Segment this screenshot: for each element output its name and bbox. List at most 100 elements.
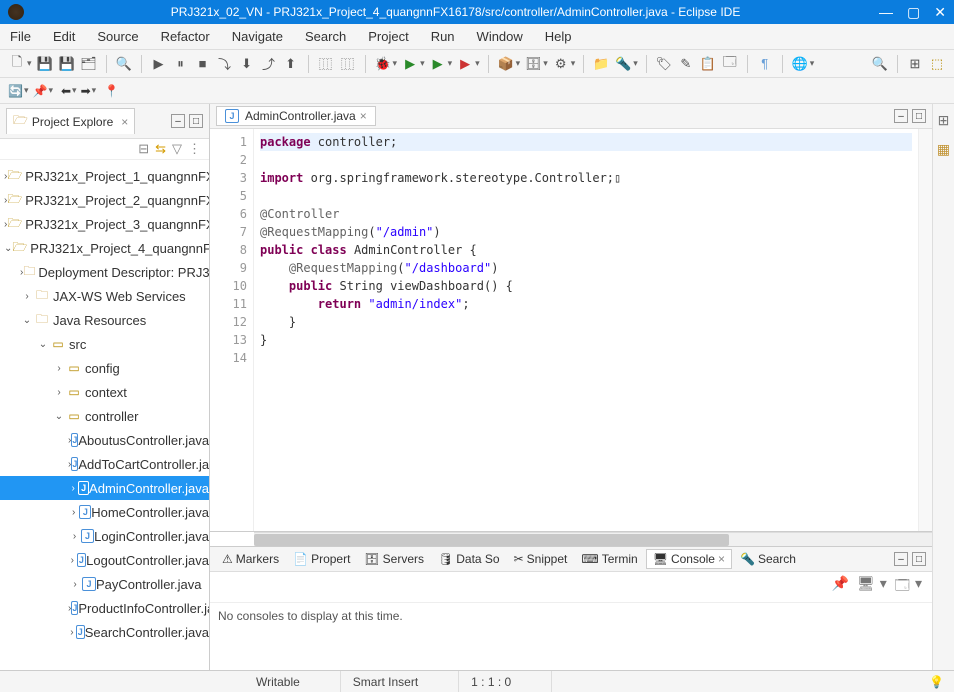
- tab-search[interactable]: 🔦Search: [734, 550, 802, 568]
- tree-item[interactable]: ›🗀Deployment Descriptor: PRJ321x: [0, 260, 209, 284]
- tree-item[interactable]: ⌄▭controller: [0, 404, 209, 428]
- minimize-view-icon[interactable]: ‒: [894, 552, 908, 566]
- pin-icon[interactable]: 📌: [32, 84, 47, 98]
- close-icon[interactable]: ×: [121, 115, 128, 129]
- debug-icon[interactable]: 🐞: [374, 55, 392, 73]
- collapse-all-icon[interactable]: ⊟: [138, 141, 149, 157]
- tool-icon[interactable]: 🗂: [80, 55, 98, 73]
- menu-navigate[interactable]: Navigate: [232, 29, 283, 44]
- save-all-icon[interactable]: 💾: [58, 55, 76, 73]
- open-type-icon[interactable]: 📁: [592, 55, 610, 73]
- profile-icon[interactable]: ▶: [456, 55, 474, 73]
- tip-icon[interactable]: 💡: [929, 675, 944, 689]
- coverage-icon[interactable]: ▶: [429, 55, 447, 73]
- browser-icon[interactable]: 🌐: [791, 55, 809, 73]
- tree-item[interactable]: ›▭config: [0, 356, 209, 380]
- perspective-icon[interactable]: ⊞: [906, 55, 924, 73]
- expand-icon[interactable]: ⌄: [4, 243, 12, 254]
- tree-item[interactable]: ›AddToCartController.java: [0, 452, 209, 476]
- link-editor-icon[interactable]: ⇆: [155, 141, 166, 157]
- save-icon[interactable]: 💾: [36, 55, 54, 73]
- outline-icon[interactable]: ▦: [937, 141, 950, 158]
- sync-icon[interactable]: 🔄: [8, 84, 23, 98]
- expand-icon[interactable]: ›: [68, 531, 81, 542]
- code-content[interactable]: package controller; import org.springfra…: [254, 129, 918, 531]
- tool-icon[interactable]: ⿲: [339, 55, 357, 73]
- tab-servers[interactable]: 🗄Servers: [358, 550, 430, 568]
- forward-icon[interactable]: ➡: [81, 84, 91, 98]
- menu-file[interactable]: File: [10, 29, 31, 44]
- expand-icon[interactable]: ›: [68, 627, 76, 638]
- maximize-button[interactable]: ▢: [907, 4, 920, 21]
- minimize-button[interactable]: —: [879, 4, 893, 21]
- expand-icon[interactable]: ›: [20, 291, 34, 302]
- expand-icon[interactable]: ›: [68, 483, 78, 494]
- expand-icon[interactable]: ›: [52, 363, 66, 374]
- expand-icon[interactable]: ⌄: [36, 339, 50, 350]
- expand-icon[interactable]: ⌄: [52, 411, 66, 422]
- menu-search[interactable]: Search: [305, 29, 346, 44]
- maximize-view-icon[interactable]: □: [189, 114, 203, 128]
- expand-icon[interactable]: ›: [52, 387, 66, 398]
- task-icon[interactable]: 🏷: [655, 55, 673, 73]
- expand-icon[interactable]: ›: [68, 555, 77, 566]
- step-out-icon[interactable]: ⬆: [282, 55, 300, 73]
- tab-termin[interactable]: ⌨Termin: [575, 550, 643, 568]
- menu-refactor[interactable]: Refactor: [161, 29, 210, 44]
- tree-item[interactable]: ⌄🗁PRJ321x_Project_4_quangnnFX16178: [0, 236, 209, 260]
- tree-item[interactable]: ›SearchController.java: [0, 620, 209, 644]
- close-icon[interactable]: ×: [360, 109, 367, 123]
- run-icon[interactable]: ▶: [401, 55, 419, 73]
- minimize-editor-icon[interactable]: ‒: [894, 109, 908, 123]
- maximize-view-icon[interactable]: □: [912, 552, 926, 566]
- expand-icon[interactable]: ›: [68, 579, 82, 590]
- expand-icon[interactable]: ›: [68, 507, 79, 518]
- window-icon[interactable]: 🗔: [721, 55, 739, 73]
- tree-item[interactable]: ›▭context: [0, 380, 209, 404]
- close-icon[interactable]: ×: [718, 552, 725, 566]
- build-icon[interactable]: 📦: [497, 55, 515, 73]
- tree-item[interactable]: ›AboutusController.java: [0, 428, 209, 452]
- tree-item[interactable]: ›ProductInfoController.java: [0, 596, 209, 620]
- tree-item[interactable]: ›🗀JAX-WS Web Services: [0, 284, 209, 308]
- zoom-icon[interactable]: 🔍: [115, 55, 133, 73]
- pilcrow-icon[interactable]: ¶: [756, 55, 774, 73]
- tool-icon[interactable]: ⿲: [317, 55, 335, 73]
- menu-run[interactable]: Run: [431, 29, 455, 44]
- restore-icon[interactable]: ⊞: [938, 112, 950, 129]
- tree-item[interactable]: ⌄▭src: [0, 332, 209, 356]
- pin-editor-icon[interactable]: 📍: [104, 84, 119, 98]
- menu-project[interactable]: Project: [368, 29, 408, 44]
- overview-ruler[interactable]: [918, 129, 932, 531]
- pause-icon[interactable]: ⏸: [172, 55, 190, 73]
- tree-item[interactable]: ›🗁PRJ321x_Project_3_quangnnFX16178: [0, 212, 209, 236]
- edit-icon[interactable]: ✎: [677, 55, 695, 73]
- tree-item[interactable]: ›PayController.java: [0, 572, 209, 596]
- menu-source[interactable]: Source: [97, 29, 138, 44]
- maximize-editor-icon[interactable]: □: [912, 109, 926, 123]
- menu-edit[interactable]: Edit: [53, 29, 75, 44]
- resume-icon[interactable]: ▶: [150, 55, 168, 73]
- tab-propert[interactable]: 📄Propert: [287, 550, 356, 568]
- java-perspective-icon[interactable]: ⬚: [928, 55, 946, 73]
- horizontal-scrollbar[interactable]: [254, 532, 932, 546]
- tree-item[interactable]: ›HomeController.java: [0, 500, 209, 524]
- tab-markers[interactable]: ⚠Markers: [216, 550, 285, 568]
- clipboard-icon[interactable]: 📋: [699, 55, 717, 73]
- step-icon[interactable]: ⤵: [216, 55, 234, 73]
- tree-item[interactable]: ›🗁PRJ321x_Project_2_quangnnFX16178: [0, 188, 209, 212]
- code-editor[interactable]: 123567891011121314 package controller; i…: [210, 129, 932, 532]
- filter-icon[interactable]: ▽: [172, 141, 182, 157]
- pin-console-icon[interactable]: 📌: [832, 575, 849, 599]
- tab-console[interactable]: 🖥Console ×: [646, 549, 732, 569]
- tree-item[interactable]: ›🗁PRJ321x_Project_1_quangnnFX16178: [0, 164, 209, 188]
- open-console-icon[interactable]: 🗔: [895, 575, 910, 599]
- tab-snippet[interactable]: ✂Snippet: [508, 550, 574, 568]
- new-server-icon[interactable]: 🗄: [524, 55, 542, 73]
- tab-data so[interactable]: 🛢Data So: [432, 550, 506, 568]
- tree-item[interactable]: ›LogoutController.java: [0, 548, 209, 572]
- project-tree[interactable]: ›🗁PRJ321x_Project_1_quangnnFX16178›🗁PRJ3…: [0, 160, 209, 670]
- menu-window[interactable]: Window: [477, 29, 523, 44]
- project-explorer-tab[interactable]: 🗁 Project Explore ×: [6, 108, 135, 134]
- menu-help[interactable]: Help: [545, 29, 572, 44]
